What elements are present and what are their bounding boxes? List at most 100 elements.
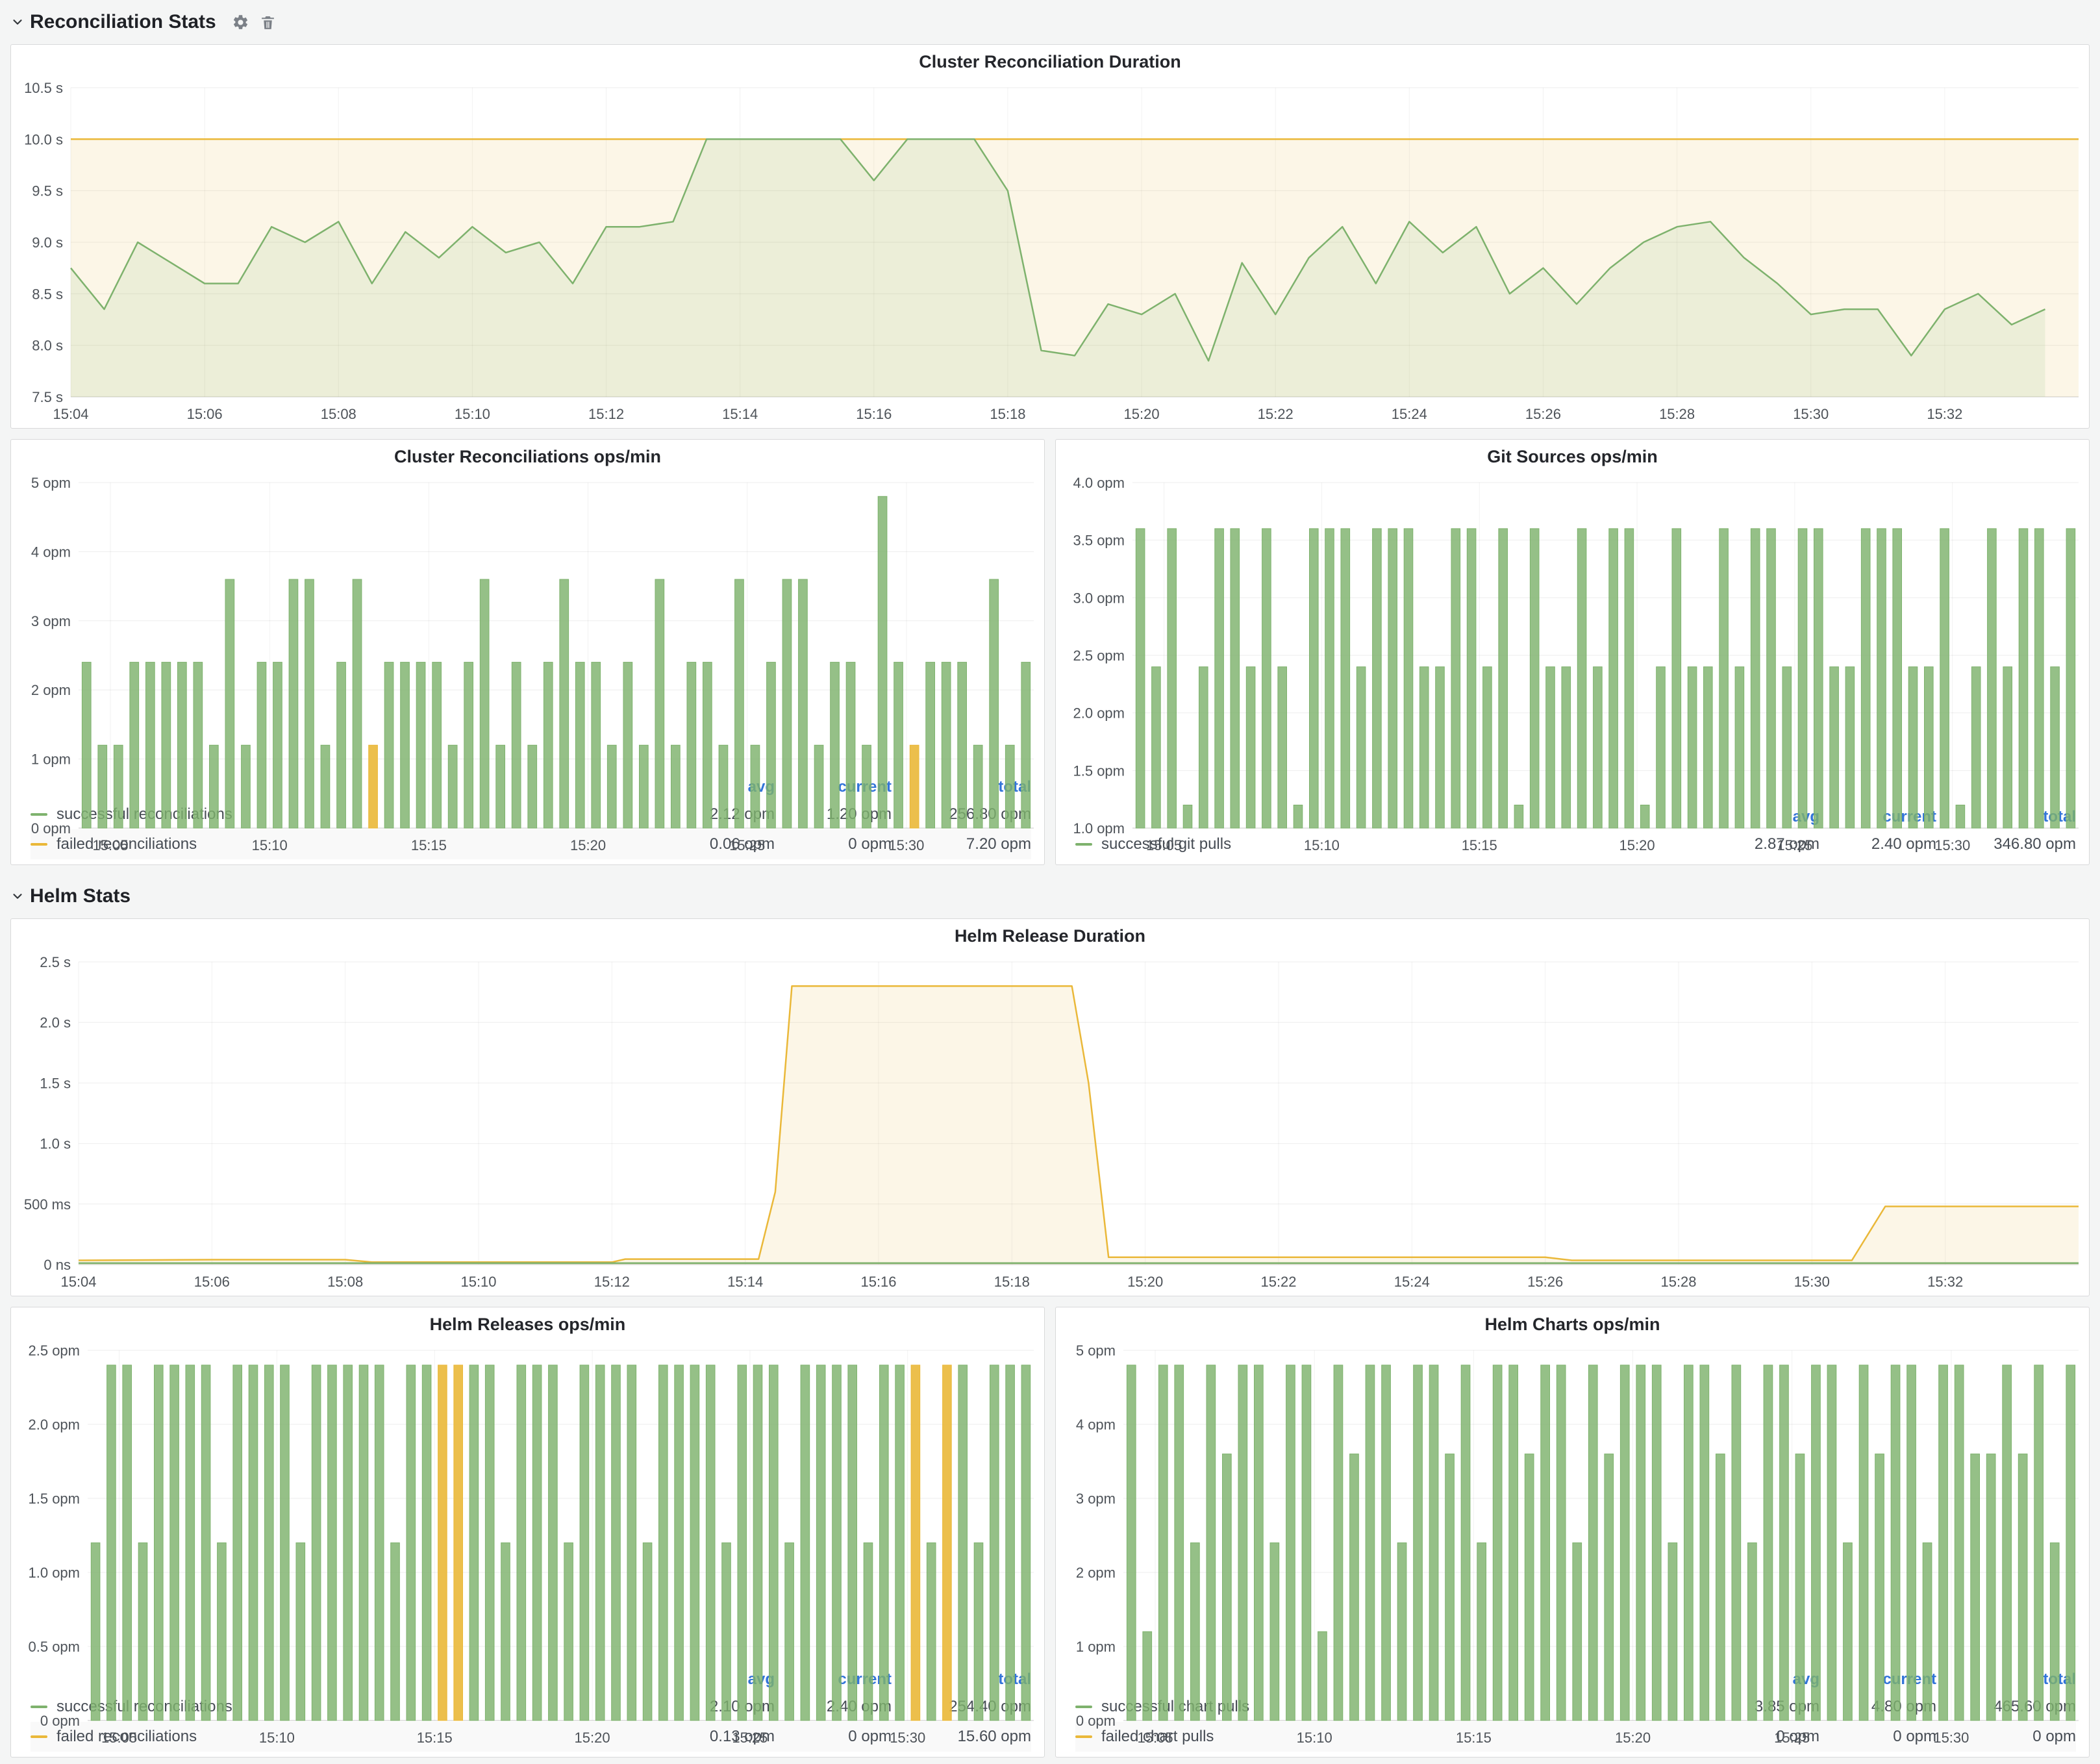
svg-text:4 opm: 4 opm (31, 544, 71, 560)
panel-title-helm-releases-opm[interactable]: Helm Releases ops/min (11, 1307, 1044, 1341)
svg-text:15:15: 15:15 (1456, 1730, 1492, 1746)
grid-lines (1123, 1350, 2079, 1720)
chart-helm-charts-opm[interactable]: 0 opm1 opm2 opm3 opm4 opm5 opm15:0515:10… (1056, 1341, 2089, 1667)
panel-title-git-sources-opm[interactable]: Git Sources ops/min (1056, 440, 2089, 473)
chart-svg: 7.5 s8.0 s8.5 s9.0 s9.5 s10.0 s10.5 s15:… (11, 79, 2089, 428)
svg-text:7.5 s: 7.5 s (32, 389, 63, 405)
chevron-down-icon[interactable] (10, 15, 25, 29)
svg-text:4.0 opm: 4.0 opm (1073, 475, 1125, 491)
chart-svg: 0 opm1 opm2 opm3 opm4 opm5 opm15:0515:10… (11, 473, 1044, 859)
svg-text:15:20: 15:20 (1619, 837, 1655, 853)
svg-text:15:10: 15:10 (259, 1730, 295, 1746)
svg-text:3 opm: 3 opm (1076, 1491, 1116, 1507)
panel-cluster-reconciliations-opm: Cluster Reconciliations ops/min 0 opm1 o… (10, 439, 1045, 865)
panel-title-helm-release-duration[interactable]: Helm Release Duration (11, 919, 2089, 953)
chart-svg: 0 opm1 opm2 opm3 opm4 opm5 opm15:0515:10… (1056, 1341, 2089, 1752)
row-header-reconciliation-stats: Reconciliation Stats (10, 8, 2090, 36)
svg-text:15:05: 15:05 (93, 837, 129, 853)
panel-title-cluster-reconciliation-duration[interactable]: Cluster Reconciliation Duration (11, 45, 2089, 79)
svg-text:15:06: 15:06 (187, 406, 223, 422)
panel-row-ops: Cluster Reconciliations ops/min 0 opm1 o… (10, 439, 2090, 865)
svg-text:15:30: 15:30 (1934, 837, 1970, 853)
svg-text:15:28: 15:28 (1659, 406, 1695, 422)
svg-text:15:30: 15:30 (1933, 1730, 1969, 1746)
svg-text:4 opm: 4 opm (1076, 1417, 1116, 1433)
svg-text:2.5 s: 2.5 s (40, 954, 71, 970)
trash-icon[interactable] (260, 14, 276, 31)
panel-helm-release-duration: Helm Release Duration 0 ns500 ms1.0 s1.5… (10, 918, 2090, 1296)
chart-git-sources-opm[interactable]: 1.0 opm1.5 opm2.0 opm2.5 opm3.0 opm3.5 o… (1056, 473, 2089, 805)
panel-helm-charts-opm: Helm Charts ops/min 0 opm1 opm2 opm3 opm… (1055, 1307, 2090, 1758)
row-title-reconciliation-stats[interactable]: Reconciliation Stats (30, 11, 216, 33)
svg-text:15:05: 15:05 (1146, 837, 1182, 853)
series-successful-reconciliations[interactable] (82, 496, 1030, 828)
svg-text:15:14: 15:14 (722, 406, 758, 422)
svg-text:15:18: 15:18 (990, 406, 1025, 422)
svg-text:15:26: 15:26 (1525, 406, 1561, 422)
svg-text:15:26: 15:26 (1527, 1274, 1563, 1290)
svg-text:15:10: 15:10 (1304, 837, 1340, 853)
chart-cluster-reconciliation-duration[interactable]: 7.5 s8.0 s8.5 s9.0 s9.5 s10.0 s10.5 s15:… (11, 79, 2089, 428)
svg-text:15:32: 15:32 (1927, 1274, 1963, 1290)
series-successful-reconciliations[interactable] (91, 1365, 1030, 1720)
series-successful-chart-pulls[interactable] (1127, 1365, 2075, 1720)
x-axis-labels: 15:0415:0615:0815:1015:1215:1415:1615:18… (53, 406, 1962, 422)
grid-lines (88, 1350, 1034, 1720)
x-axis-labels: 15:0415:0615:0815:1015:1215:1415:1615:18… (60, 1274, 1963, 1290)
svg-text:15:25: 15:25 (1774, 1730, 1810, 1746)
svg-text:1.5 opm: 1.5 opm (29, 1491, 81, 1507)
svg-text:15:20: 15:20 (570, 837, 606, 853)
svg-text:15:05: 15:05 (1138, 1730, 1173, 1746)
chart-svg: 1.0 opm1.5 opm2.0 opm2.5 opm3.0 opm3.5 o… (1056, 473, 2089, 859)
gear-icon[interactable] (232, 14, 249, 31)
series-#7EB26D[interactable] (79, 1263, 2079, 1265)
series-#EAB839[interactable] (79, 986, 2079, 1265)
svg-text:8.0 s: 8.0 s (32, 338, 63, 354)
svg-text:5 opm: 5 opm (1076, 1342, 1116, 1359)
svg-text:0 opm: 0 opm (40, 1713, 80, 1729)
chart-helm-releases-opm[interactable]: 0 opm0.5 opm1.0 opm1.5 opm2.0 opm2.5 opm… (11, 1341, 1044, 1667)
svg-text:9.5 s: 9.5 s (32, 183, 63, 199)
chart-helm-release-duration[interactable]: 0 ns500 ms1.0 s1.5 s2.0 s2.5 s15:0415:06… (11, 953, 2089, 1296)
svg-text:15:25: 15:25 (1777, 837, 1812, 853)
svg-text:15:20: 15:20 (1615, 1730, 1651, 1746)
svg-text:0 opm: 0 opm (1076, 1713, 1116, 1729)
svg-text:1.5 s: 1.5 s (40, 1075, 71, 1091)
panel-helm-releases-opm: Helm Releases ops/min 0 opm0.5 opm1.0 op… (10, 1307, 1045, 1758)
svg-text:15:15: 15:15 (1462, 837, 1497, 853)
svg-text:15:16: 15:16 (856, 406, 892, 422)
svg-text:2.0 s: 2.0 s (40, 1014, 71, 1031)
grafana-dashboard: Reconciliation Stats Cluster Reconciliat… (0, 0, 2100, 1764)
chart-cluster-reconciliations-opm[interactable]: 0 opm1 opm2 opm3 opm4 opm5 opm15:0515:10… (11, 473, 1044, 775)
svg-text:15:30: 15:30 (888, 837, 924, 853)
svg-text:15:08: 15:08 (327, 1274, 363, 1290)
svg-text:15:30: 15:30 (1794, 1274, 1830, 1290)
svg-text:15:25: 15:25 (729, 837, 765, 853)
panel-title-helm-charts-opm[interactable]: Helm Charts ops/min (1056, 1307, 2089, 1341)
chart-svg: 0 ns500 ms1.0 s1.5 s2.0 s2.5 s15:0415:06… (11, 953, 2089, 1296)
chevron-down-icon[interactable] (10, 889, 25, 903)
y-axis-labels: 1.0 opm1.5 opm2.0 opm2.5 opm3.0 opm3.5 o… (1073, 475, 1125, 837)
svg-text:3 opm: 3 opm (31, 613, 71, 629)
svg-text:15:24: 15:24 (1392, 406, 1427, 422)
svg-text:5 opm: 5 opm (31, 475, 71, 491)
svg-text:15:25: 15:25 (732, 1730, 768, 1746)
row-title-helm-stats[interactable]: Helm Stats (30, 885, 131, 907)
series-successful-git-pulls[interactable] (1136, 529, 2075, 828)
row-header-helm-stats: Helm Stats (10, 882, 2090, 911)
panel-cluster-reconciliation-duration: Cluster Reconciliation Duration 7.5 s 8.0… (10, 44, 2090, 429)
svg-text:15:14: 15:14 (727, 1274, 763, 1290)
panel-title-cluster-reconciliations-opm[interactable]: Cluster Reconciliations ops/min (11, 440, 1044, 473)
x-axis-labels: 15:0515:1015:1515:2015:2515:30 (93, 837, 925, 853)
svg-text:15:06: 15:06 (194, 1274, 230, 1290)
svg-text:2.0 opm: 2.0 opm (1073, 705, 1125, 722)
svg-text:15:10: 15:10 (252, 837, 288, 853)
panel-git-sources-opm: Git Sources ops/min 1.0 opm1.5 opm2.0 op… (1055, 439, 2090, 865)
svg-text:15:24: 15:24 (1394, 1274, 1430, 1290)
svg-text:0 opm: 0 opm (31, 820, 71, 837)
svg-text:15:10: 15:10 (460, 1274, 496, 1290)
grid-lines (79, 483, 1034, 828)
svg-text:15:16: 15:16 (860, 1274, 896, 1290)
svg-text:2 opm: 2 opm (1076, 1565, 1116, 1581)
svg-text:0 ns: 0 ns (44, 1257, 71, 1273)
